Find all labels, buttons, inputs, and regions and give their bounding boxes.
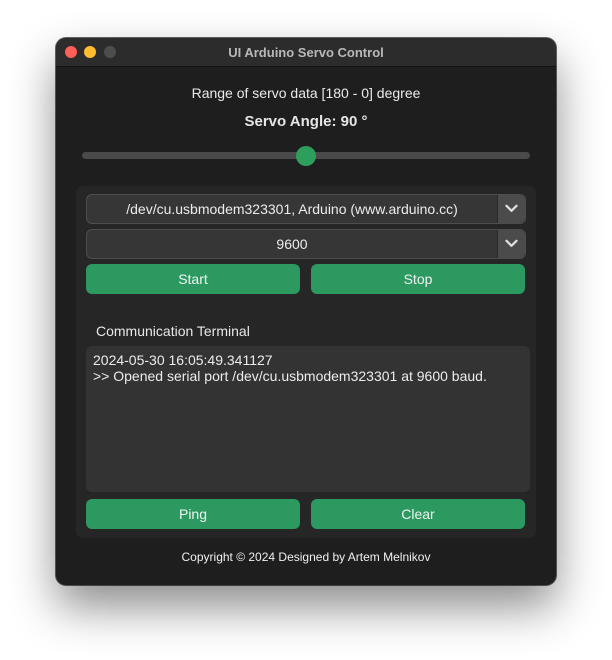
range-label: Range of servo data [180 - 0] degree (191, 85, 421, 101)
servo-slider-handle[interactable] (296, 146, 316, 166)
window-title: UI Arduino Servo Control (228, 45, 384, 60)
screen: UI Arduino Servo Control Range of servo … (0, 0, 612, 660)
terminal-line: 2024-05-30 16:05:49.341127 (93, 352, 273, 368)
baud-rate-value: 9600 (276, 236, 308, 252)
serial-port-dropdown-button[interactable] (497, 195, 525, 223)
chevron-down-icon (505, 239, 518, 247)
start-button[interactable]: Start (86, 264, 300, 294)
serial-port-select[interactable]: /dev/cu.usbmodem323301, Arduino (www.ard… (86, 194, 526, 224)
control-panel: /dev/cu.usbmodem323301, Arduino (www.ard… (76, 186, 536, 538)
copyright-footer: Copyright © 2024 Designed by Artem Melni… (181, 550, 431, 564)
baud-rate-dropdown-button[interactable] (497, 230, 525, 258)
chevron-down-icon (505, 204, 518, 212)
app-window: UI Arduino Servo Control Range of servo … (56, 38, 556, 585)
stop-button[interactable]: Stop (311, 264, 525, 294)
baud-rate-select[interactable]: 9600 (86, 229, 526, 259)
terminal-line: >> Opened serial port /dev/cu.usbmodem32… (93, 368, 487, 384)
communication-terminal[interactable]: 2024-05-30 16:05:49.341127 >> Opened ser… (86, 346, 530, 492)
clear-button[interactable]: Clear (311, 499, 525, 529)
serial-port-value: /dev/cu.usbmodem323301, Arduino (www.ard… (126, 201, 458, 217)
terminal-label: Communication Terminal (96, 323, 250, 339)
servo-angle-label: Servo Angle: 90 ° (244, 113, 368, 130)
ping-button[interactable]: Ping (86, 499, 300, 529)
title-bar[interactable]: UI Arduino Servo Control (56, 38, 556, 67)
